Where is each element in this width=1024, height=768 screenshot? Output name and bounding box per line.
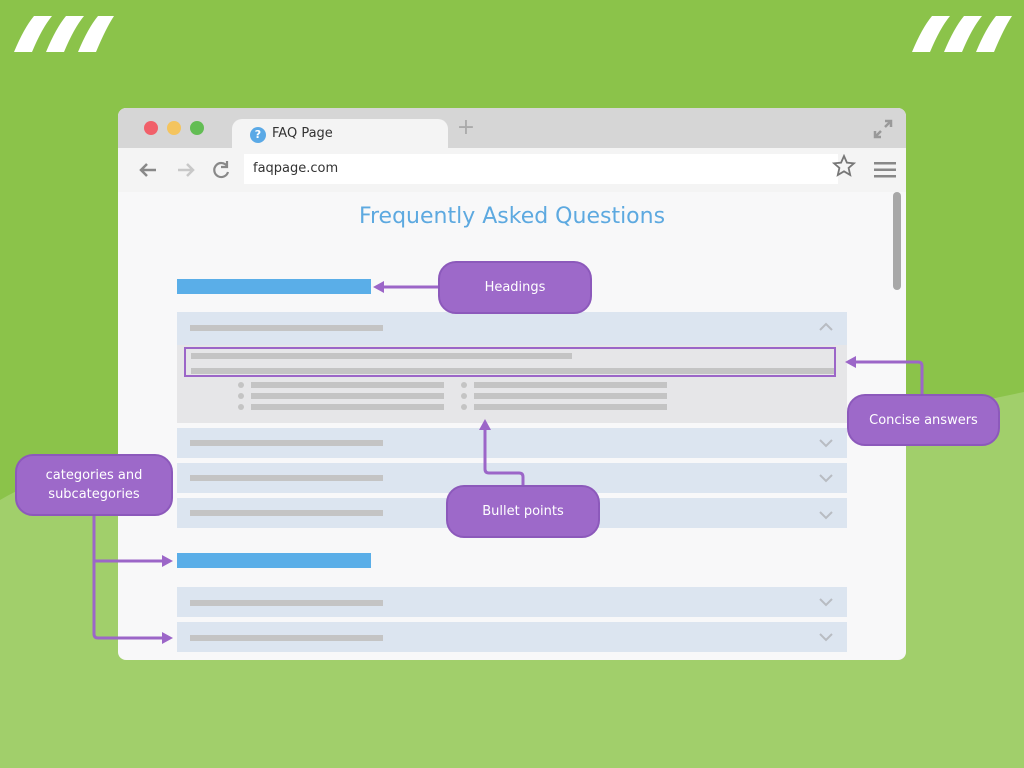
faq-item-collapsed[interactable] xyxy=(177,587,847,617)
bullet-line xyxy=(474,393,667,399)
maximize-window-button[interactable] xyxy=(190,121,204,135)
bullet-dot xyxy=(461,382,467,388)
brand-logo-right xyxy=(912,16,1012,52)
bullet-dot xyxy=(238,404,244,410)
arrow-right-icon[interactable] xyxy=(174,158,198,182)
bullet-line xyxy=(251,382,444,388)
chevron-up-icon[interactable] xyxy=(818,322,834,332)
bullet-line xyxy=(474,404,667,410)
chevron-down-icon[interactable] xyxy=(818,597,834,607)
bullet-line xyxy=(251,404,444,410)
answer-panel xyxy=(177,345,847,423)
chevron-down-icon[interactable] xyxy=(818,632,834,642)
arrow-left-icon[interactable] xyxy=(136,158,160,182)
question-text-placeholder xyxy=(190,325,383,331)
callout-bullet-points: Bullet points xyxy=(446,485,600,538)
url-text: faqpage.com xyxy=(253,161,339,176)
browser-toolbar: faqpage.com xyxy=(118,148,906,192)
bullet-line xyxy=(251,393,444,399)
callout-headings: Headings xyxy=(438,261,592,314)
bullet-dot xyxy=(238,393,244,399)
new-tab-button[interactable]: + xyxy=(456,117,476,139)
star-icon[interactable] xyxy=(832,154,856,178)
minimize-window-button[interactable] xyxy=(167,121,181,135)
faq-item-expanded[interactable] xyxy=(177,312,847,423)
faq-item-collapsed[interactable] xyxy=(177,622,847,652)
page-title: Frequently Asked Questions xyxy=(358,204,666,229)
faq-item-collapsed[interactable] xyxy=(177,428,847,458)
browser-window: ? FAQ Page + faqpage.com Frequently Aske… xyxy=(118,108,906,660)
chevron-down-icon[interactable] xyxy=(818,438,834,448)
chevron-down-icon[interactable] xyxy=(818,473,834,483)
reload-icon[interactable] xyxy=(209,158,233,182)
close-window-button[interactable] xyxy=(144,121,158,135)
fullscreen-icon[interactable] xyxy=(872,118,894,140)
callout-categories: categories and subcategories xyxy=(15,454,173,516)
title-bar: ? FAQ Page + xyxy=(118,108,906,149)
question-text-placeholder xyxy=(190,475,383,481)
bullet-dot xyxy=(238,382,244,388)
section-heading-2 xyxy=(177,553,371,568)
question-text-placeholder xyxy=(190,635,383,641)
brand-logo-left xyxy=(14,16,114,52)
bullet-dot xyxy=(461,404,467,410)
question-icon: ? xyxy=(250,127,266,143)
tab-faq-page[interactable]: ? FAQ Page xyxy=(232,119,448,149)
section-heading-1 xyxy=(177,279,371,294)
chevron-down-icon[interactable] xyxy=(818,510,834,520)
bullet-line xyxy=(474,382,667,388)
answer-line xyxy=(191,368,834,374)
concise-answer-highlight xyxy=(184,347,836,377)
bullet-dot xyxy=(461,393,467,399)
answer-line xyxy=(191,353,572,359)
hamburger-icon[interactable] xyxy=(874,160,896,180)
question-text-placeholder xyxy=(190,600,383,606)
address-bar[interactable]: faqpage.com xyxy=(244,154,838,184)
tab-title: FAQ Page xyxy=(272,126,333,141)
question-text-placeholder xyxy=(190,440,383,446)
question-text-placeholder xyxy=(190,510,383,516)
callout-concise-answers: Concise answers xyxy=(847,394,1000,446)
